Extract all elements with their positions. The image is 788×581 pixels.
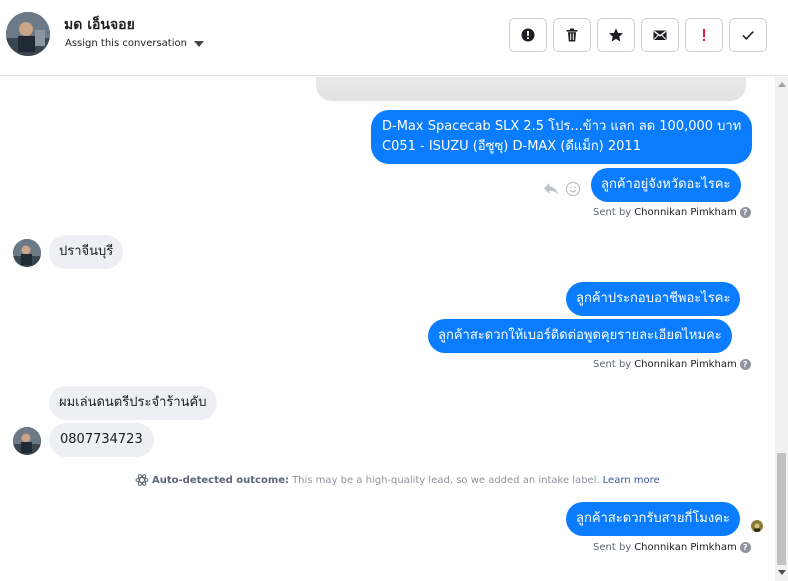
contact-avatar-small xyxy=(13,427,41,455)
auto-detected-title: Auto-detected outcome: xyxy=(152,474,290,486)
message-bubble-outgoing[interactable]: ลูกค้าประกอบอาชีพอะไรคะ xyxy=(566,282,741,316)
message-bubble-outgoing[interactable]: ลูกค้าสะดวกรับสายกี่โมงคะ xyxy=(566,502,740,536)
message-text: ลูกค้าประกอบอาชีพอะไรคะ xyxy=(576,291,731,306)
auto-detected-outcome-notice: Auto-detected outcome: This may be a hig… xyxy=(135,473,660,487)
inbox-conversation-view: มด เอ็นจอย Assign this conversation D-Ma… xyxy=(0,0,788,581)
star-icon xyxy=(609,28,623,42)
sent-by-prefix: Sent by xyxy=(593,542,632,553)
atom-icon xyxy=(135,474,149,486)
message-text: ลูกค้าสะดวกให้เบอร์ติดต่อพูดคุยรายละเอีย… xyxy=(438,328,722,343)
follow-up-button[interactable] xyxy=(685,18,723,52)
mark-done-button[interactable] xyxy=(729,18,767,52)
auto-detected-text: This may be a high-quality lead, so we a… xyxy=(292,474,600,486)
message-text: D-Max Spacecab SLX 2.5 โปร...ข้าว แลก ลด… xyxy=(382,119,742,134)
message-text: ลูกค้าอยู่จังหวัดอะไรคะ xyxy=(601,177,731,192)
exclamation-mark-icon xyxy=(703,29,705,41)
conversation-actions xyxy=(509,18,767,52)
message-text: 0807734723 xyxy=(60,432,143,447)
sent-by-prefix: Sent by xyxy=(593,359,632,370)
exclamation-circle-icon xyxy=(521,28,535,42)
checkmark-icon xyxy=(742,31,754,40)
mark-unread-button[interactable] xyxy=(641,18,679,52)
conversation-header: มด เอ็นจอย Assign this conversation xyxy=(0,0,788,76)
message-bubble-outgoing[interactable]: ลูกค้าอยู่จังหวัดอะไรคะ xyxy=(591,168,741,202)
scroll-up-arrow-icon[interactable] xyxy=(778,82,786,87)
message-bubble-incoming[interactable]: ผมเล่นดนตรีประจำร้านคับ xyxy=(49,386,217,420)
delete-button[interactable] xyxy=(553,18,591,52)
message-text: C051 - ISUZU (อีซูซุ) D-MAX (ดีแม็ก) 201… xyxy=(382,139,641,154)
reply-icon[interactable] xyxy=(543,182,559,196)
scroll-down-arrow-icon[interactable] xyxy=(778,570,786,575)
assign-label: Assign this conversation xyxy=(65,38,187,49)
contact-avatar[interactable] xyxy=(6,12,50,56)
message-thread[interactable]: D-Max Spacecab SLX 2.5 โปร...ข้าว แลก ลด… xyxy=(0,77,775,581)
message-bubble-outgoing[interactable]: ลูกค้าสะดวกให้เบอร์ติดต่อพูดคุยรายละเอีย… xyxy=(428,319,732,353)
contact-name[interactable]: มด เอ็นจอย xyxy=(64,14,135,36)
scrollbar-thumb[interactable] xyxy=(777,453,786,565)
caret-down-icon xyxy=(193,40,204,47)
sent-by-label: Sent by Chonnikan Pimkham ? xyxy=(593,207,751,218)
envelope-icon xyxy=(653,30,667,40)
message-bubble-incoming[interactable]: ปราจีนบุรี xyxy=(49,235,124,269)
message-bubble-incoming[interactable]: 0807734723 xyxy=(49,423,154,457)
shared-image-attachment[interactable] xyxy=(316,77,746,101)
help-icon[interactable]: ? xyxy=(739,207,751,218)
help-icon[interactable]: ? xyxy=(739,542,751,553)
message-text: ปราจีนบุรี xyxy=(59,244,114,259)
message-bubble-outgoing[interactable]: D-Max Spacecab SLX 2.5 โปร...ข้าว แลก ลด… xyxy=(371,110,753,164)
sender-name: Chonnikan Pimkham xyxy=(634,542,737,553)
sent-by-label: Sent by Chonnikan Pimkham ? xyxy=(593,359,751,370)
conversation-scrollbar[interactable] xyxy=(775,77,788,581)
learn-more-link[interactable]: Learn more xyxy=(603,475,660,486)
message-text: ลูกค้าสะดวกรับสายกี่โมงคะ xyxy=(576,511,730,526)
trash-icon xyxy=(566,28,578,42)
star-button[interactable] xyxy=(597,18,635,52)
seen-avatar xyxy=(751,520,763,532)
help-icon[interactable]: ? xyxy=(739,359,751,370)
message-text: ผมเล่นดนตรีประจำร้านคับ xyxy=(59,395,207,410)
sender-name: Chonnikan Pimkham xyxy=(634,207,737,218)
assign-conversation-dropdown[interactable]: Assign this conversation xyxy=(65,38,204,49)
sender-name: Chonnikan Pimkham xyxy=(634,359,737,370)
sent-by-label: Sent by Chonnikan Pimkham ? xyxy=(593,542,751,553)
mark-spam-button[interactable] xyxy=(509,18,547,52)
contact-avatar-small xyxy=(13,239,41,267)
smiley-react-icon[interactable] xyxy=(565,181,581,197)
sent-by-prefix: Sent by xyxy=(593,207,632,218)
